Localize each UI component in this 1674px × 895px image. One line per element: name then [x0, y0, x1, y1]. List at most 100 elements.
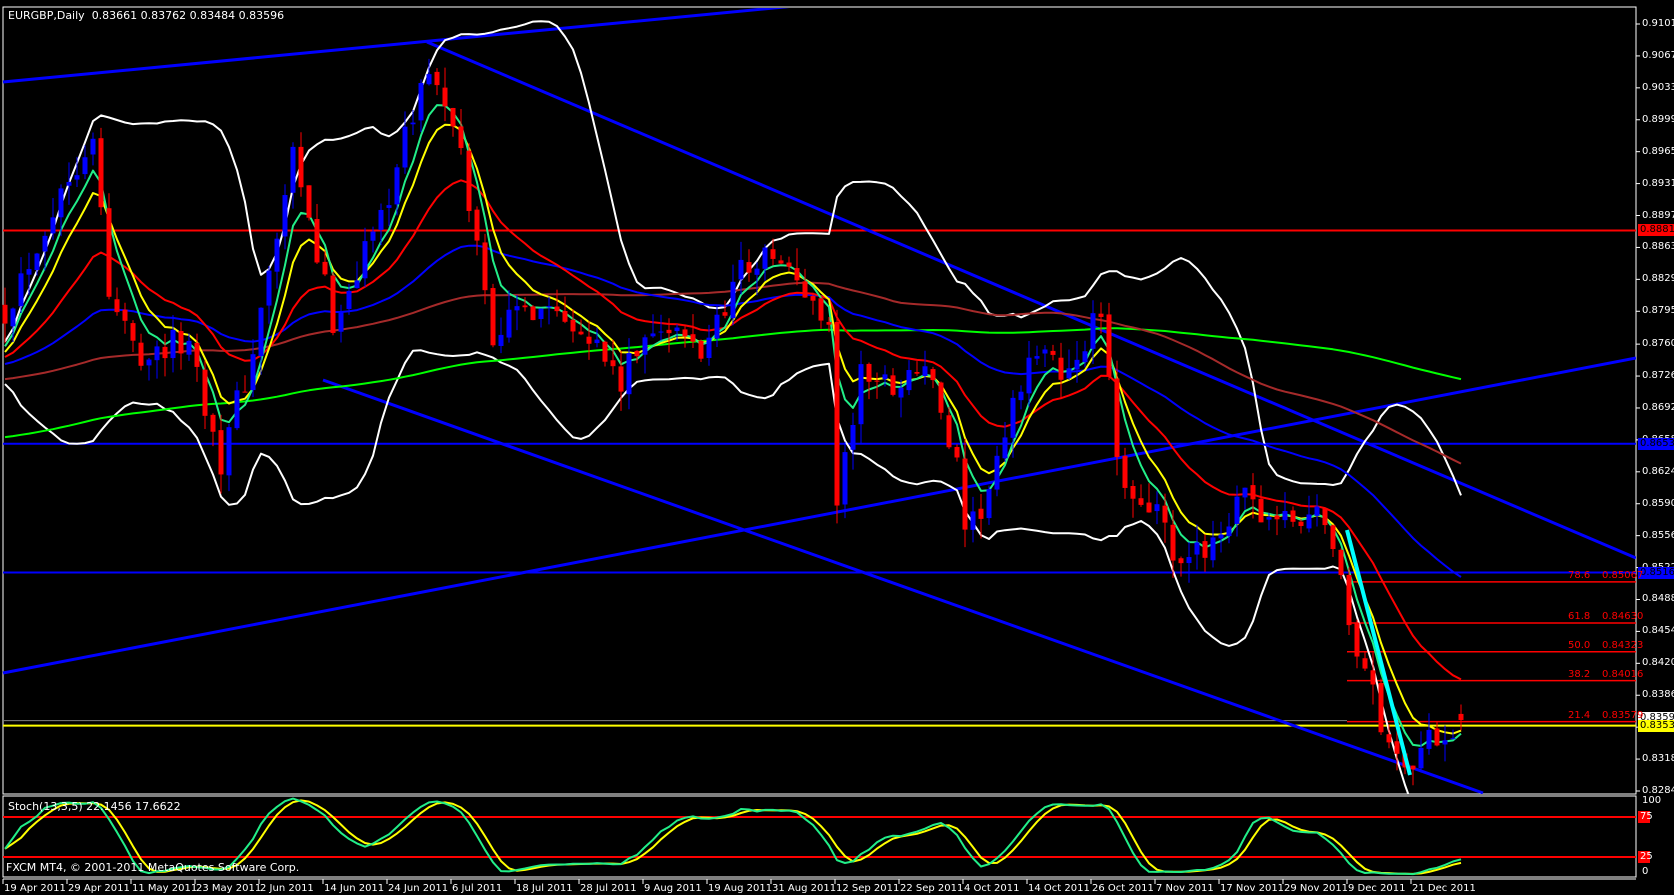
- candle: [162, 333, 168, 377]
- price-tick-label: 0.87950: [1642, 305, 1674, 317]
- candle-body: [146, 359, 152, 366]
- price-tick-label: 0.90330: [1642, 81, 1674, 93]
- candle-body: [794, 268, 800, 281]
- candle: [442, 67, 448, 122]
- candle-body: [418, 82, 424, 121]
- candle-body: [994, 455, 1000, 490]
- date-tick-label: 26 Oct 2011: [1092, 883, 1154, 894]
- candle-body: [1066, 368, 1072, 379]
- candle: [858, 350, 864, 445]
- candle-body: [1146, 502, 1152, 513]
- candle: [34, 252, 40, 276]
- candle-body: [1346, 574, 1352, 626]
- candle: [506, 290, 512, 343]
- candle-body: [1418, 747, 1424, 769]
- candle-body: [338, 311, 344, 332]
- candle-body: [578, 331, 584, 335]
- candle: [1426, 713, 1432, 755]
- candle: [642, 334, 648, 374]
- candle-body: [914, 372, 920, 374]
- candle-body: [1154, 504, 1160, 512]
- candle: [1234, 485, 1240, 537]
- candle: [1034, 345, 1040, 365]
- candle-body: [506, 309, 512, 338]
- candle: [498, 317, 504, 354]
- candle-body: [754, 268, 760, 275]
- candle-body: [1242, 487, 1248, 498]
- date-tick-label: 6 Jul 2011: [452, 883, 503, 894]
- candle: [690, 314, 696, 349]
- candle-body: [1378, 683, 1384, 733]
- candle: [594, 327, 600, 348]
- bollinger-lower-band: [4, 349, 1410, 794]
- date-tick-label: 14 Oct 2011: [1028, 883, 1090, 894]
- candle-body: [1090, 313, 1096, 349]
- candle-body: [482, 242, 488, 291]
- candle: [570, 309, 576, 343]
- level-price-label: 0.83537: [1638, 719, 1674, 732]
- date-tick-label: 11 May 2011: [132, 883, 198, 894]
- candle: [698, 339, 704, 362]
- price-tick-label: 0.84880: [1642, 593, 1674, 605]
- candle: [890, 368, 896, 397]
- candle: [298, 132, 304, 197]
- fib-price: 0.83579: [1602, 709, 1644, 721]
- candle-body: [122, 309, 128, 321]
- candle: [1258, 485, 1264, 523]
- candle: [658, 314, 664, 341]
- candle-body: [1122, 455, 1128, 488]
- candle: [250, 339, 256, 398]
- candle: [1218, 521, 1224, 553]
- candle-body: [650, 333, 656, 337]
- candle: [274, 232, 280, 289]
- candle-body: [786, 262, 792, 267]
- candle-body: [306, 185, 312, 218]
- candle-body: [362, 241, 368, 279]
- candle-body: [378, 209, 384, 230]
- price-tick-label: 0.91010: [1642, 18, 1674, 29]
- candle: [122, 302, 128, 334]
- price-tick-label: 0.88970: [1642, 209, 1674, 221]
- chart-canvas[interactable]: [0, 0, 1674, 895]
- candle-body: [1194, 542, 1200, 555]
- fib-percent: 50.0: [1568, 639, 1591, 651]
- candle-body: [210, 414, 216, 432]
- bollinger-upper-band: [4, 20, 1462, 496]
- candle-body: [50, 217, 56, 234]
- candle: [778, 255, 784, 265]
- candle-body: [1202, 541, 1208, 558]
- candle: [546, 296, 552, 325]
- candle-body: [1306, 514, 1312, 529]
- candle-body: [666, 329, 672, 334]
- fib-percent: 78.6: [1568, 569, 1591, 581]
- date-tick-label: 28 Jul 2011: [580, 883, 637, 894]
- candle: [1410, 765, 1416, 786]
- moving-average-21: [4, 179, 1462, 681]
- candle: [1194, 524, 1200, 570]
- candle: [306, 185, 312, 221]
- candle: [26, 252, 32, 296]
- trendline: [322, 378, 1484, 794]
- candle: [1202, 534, 1208, 572]
- main-plot-area[interactable]: [2, 3, 1637, 854]
- candle: [930, 366, 936, 389]
- candle-body: [1322, 507, 1328, 526]
- candle: [834, 309, 840, 524]
- level-price-label: 0.85167: [1638, 566, 1674, 579]
- candle: [762, 244, 768, 281]
- candle-body: [34, 253, 40, 270]
- candle: [82, 145, 88, 180]
- price-tick-label: 0.83180: [1642, 753, 1674, 765]
- candle-body: [1442, 740, 1448, 745]
- candle-body: [1338, 549, 1344, 576]
- candle-body: [1266, 517, 1272, 520]
- candle-body: [538, 308, 544, 319]
- candle-body: [298, 146, 304, 188]
- candle-body: [930, 369, 936, 381]
- candle-body: [946, 415, 952, 448]
- stoch-scale-0: 0: [1642, 866, 1649, 877]
- price-tick-label: 0.86920: [1642, 401, 1674, 413]
- candle-body: [1098, 313, 1104, 317]
- candle-body: [602, 341, 608, 362]
- candle-body: [90, 138, 96, 155]
